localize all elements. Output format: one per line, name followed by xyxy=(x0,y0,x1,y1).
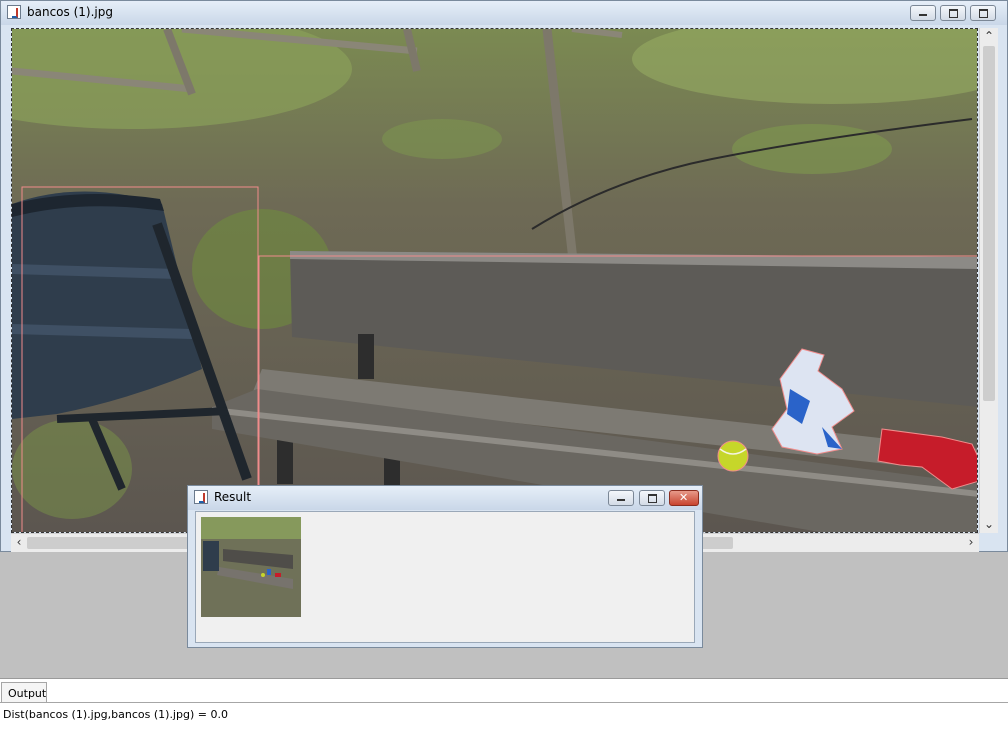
image-canvas xyxy=(11,28,978,533)
java-app-icon xyxy=(7,5,21,19)
result-window: Result xyxy=(187,485,703,648)
scroll-right-icon[interactable]: › xyxy=(963,534,979,550)
java-app-icon xyxy=(194,490,208,504)
output-panel: Output Dist(bancos (1).jpg,bancos (1).jp… xyxy=(0,678,1008,751)
result-title-bar[interactable]: Result xyxy=(188,486,702,510)
minimize-button[interactable] xyxy=(910,5,936,21)
vertical-scroll-thumb[interactable] xyxy=(983,46,995,401)
main-title-bar[interactable]: bancos (1).jpg xyxy=(1,1,1007,25)
main-image-window: bancos (1).jpg ⌃ ⌄ ‹ › xyxy=(0,0,1008,552)
tab-divider xyxy=(0,702,1008,703)
result-thumbnail xyxy=(201,517,301,617)
result-window-title: Result xyxy=(214,490,252,504)
output-log-line: Dist(bancos (1).jpg,bancos (1).jpg) = 0.… xyxy=(3,708,228,721)
result-maximize-button[interactable] xyxy=(639,490,665,506)
result-minimize-button[interactable] xyxy=(608,490,634,506)
tab-output[interactable]: Output xyxy=(1,682,47,702)
bench-photo xyxy=(12,29,977,532)
vertical-scrollbar[interactable]: ⌃ ⌄ xyxy=(979,28,998,533)
scroll-up-icon[interactable]: ⌃ xyxy=(981,28,997,44)
restore-button[interactable] xyxy=(970,5,996,21)
maximize-button[interactable] xyxy=(940,5,966,21)
main-window-title: bancos (1).jpg xyxy=(27,5,113,19)
result-close-button[interactable] xyxy=(669,490,699,506)
scroll-down-icon[interactable]: ⌄ xyxy=(981,516,997,532)
scroll-left-icon[interactable]: ‹ xyxy=(11,534,27,550)
result-content xyxy=(195,511,695,643)
